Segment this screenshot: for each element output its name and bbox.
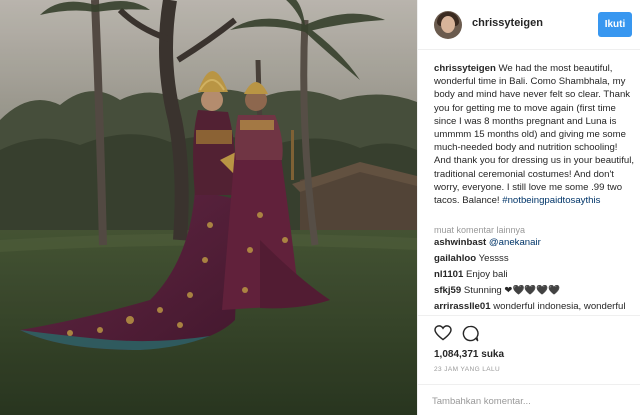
comment-icon[interactable] <box>462 325 479 342</box>
post-photo-illustration <box>0 0 417 415</box>
follow-button[interactable]: Ikuti <box>598 12 632 37</box>
comment-username[interactable]: gailahloo <box>434 253 476 264</box>
caption-hashtag[interactable]: #notbeingpaidtosaythis <box>502 195 600 206</box>
post-sidebar: chrissyteigen Ikuti chrissyteigen We had… <box>417 0 640 415</box>
comment-item: sfkj59 Stunning ❤🖤🖤🖤🖤 <box>434 285 634 297</box>
comment-username[interactable]: ashwinbast <box>434 237 486 248</box>
comment-text: wonderful indonesia, wonderful <box>493 301 626 312</box>
post-actions: 1,084,371 suka 23 JAM YANG LALU <box>418 315 640 415</box>
comment-mention[interactable]: @anekanair <box>489 237 541 248</box>
post-timestamp: 23 JAM YANG LALU <box>434 366 501 373</box>
comment-item: arrirasslle01 wonderful indonesia, wonde… <box>434 301 634 313</box>
comment-text: Yessss <box>478 253 509 264</box>
add-comment-bar <box>418 384 640 415</box>
comment-username[interactable]: nl1101 <box>434 269 463 280</box>
post-header: chrissyteigen Ikuti <box>418 0 640 50</box>
post-caption: chrissyteigen We had the most beautiful,… <box>434 62 634 207</box>
heart-icon[interactable] <box>434 325 452 341</box>
caption-username[interactable]: chrissyteigen <box>434 63 496 74</box>
avatar[interactable] <box>434 11 462 39</box>
load-more-comments-link[interactable]: muat komentar lainnya <box>434 225 525 235</box>
likes-count[interactable]: 1,084,371 suka <box>434 349 504 360</box>
comment-username[interactable]: arrirasslle01 <box>434 301 491 312</box>
comment-item: gailahloo Yessss <box>434 253 634 265</box>
add-comment-input[interactable] <box>432 393 627 409</box>
comment-username[interactable]: sfkj59 <box>434 285 461 296</box>
comment-text: Enjoy bali <box>466 269 508 280</box>
comment-item: nl1101 Enjoy bali <box>434 269 634 281</box>
caption-text: We had the most beautiful, wonderful tim… <box>434 63 634 207</box>
post-photo[interactable] <box>0 0 417 415</box>
comment-text: Stunning ❤🖤🖤🖤🖤 <box>463 285 561 296</box>
header-username[interactable]: chrissyteigen <box>472 17 543 29</box>
comment-item: ashwinbast @anekanair <box>434 237 634 249</box>
